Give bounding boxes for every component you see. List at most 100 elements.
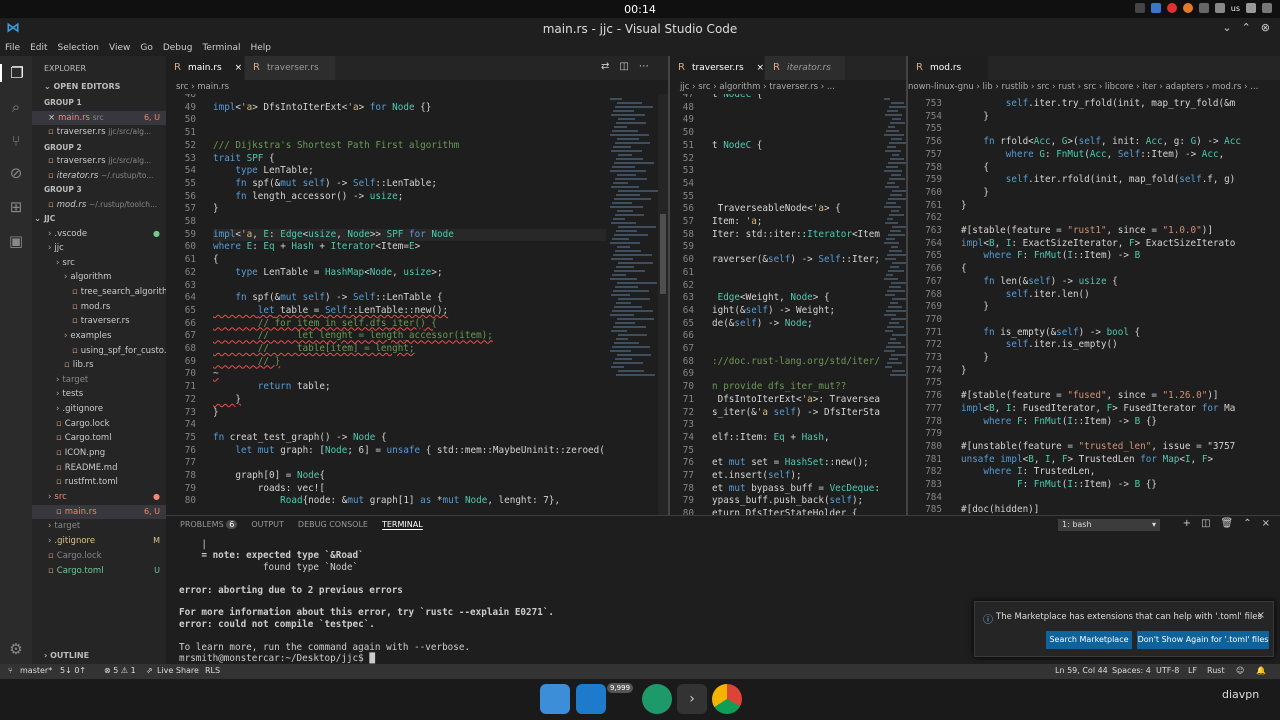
indentation[interactable]: Spaces: 4 bbox=[1112, 666, 1151, 675]
window-minimize-icon[interactable]: ⌄ bbox=[1222, 21, 1231, 34]
tree-item[interactable]: › target bbox=[32, 373, 166, 387]
menu-view[interactable]: View bbox=[109, 43, 130, 53]
remote-icon[interactable]: ▣ bbox=[7, 232, 25, 250]
window-close-icon[interactable]: ⊗ bbox=[1261, 21, 1270, 34]
battery-icon[interactable] bbox=[1246, 3, 1256, 13]
tree-item[interactable]: › algorithm bbox=[32, 270, 166, 284]
vscode-app-icon[interactable] bbox=[576, 684, 606, 714]
menu-edit[interactable]: Edit bbox=[30, 43, 47, 53]
vpn-app-icon[interactable] bbox=[642, 684, 672, 714]
tree-item[interactable]: › jjc bbox=[32, 241, 166, 255]
search-icon[interactable]: ⌕ bbox=[7, 98, 25, 116]
tray-icon-2[interactable] bbox=[1150, 3, 1161, 13]
tree-item[interactable]: ▫ iterator.rs ~/.rustup/to... bbox=[32, 169, 166, 183]
tree-item[interactable]: × main.rs src 6, U bbox=[32, 111, 166, 125]
tree-item[interactable]: › src ● bbox=[32, 490, 166, 504]
close-panel-icon[interactable]: × bbox=[1262, 518, 1270, 529]
tree-group-header[interactable]: ⌄ JJC bbox=[32, 212, 166, 226]
tree-item[interactable]: › examples bbox=[32, 329, 166, 343]
menu-help[interactable]: Help bbox=[250, 43, 271, 53]
close-icon[interactable]: × bbox=[757, 63, 765, 73]
menu-debug[interactable]: Debug bbox=[163, 43, 193, 53]
new-terminal-icon[interactable]: + bbox=[1183, 518, 1191, 529]
tree-item[interactable]: ▫ lib.rs bbox=[32, 358, 166, 372]
close-icon[interactable]: × bbox=[48, 113, 55, 123]
tree-item[interactable]: › src bbox=[32, 256, 166, 270]
sync-status[interactable]: 5↓ 0↑ bbox=[60, 666, 86, 675]
editor-mod-rs[interactable]: 753 self.iter.try_rfold(init, map_try_fo… bbox=[908, 94, 1280, 515]
tree-group-header[interactable]: GROUP 2 bbox=[32, 141, 166, 155]
window-maximize-icon[interactable]: ⌃ bbox=[1242, 21, 1251, 34]
tree-item[interactable]: ▫ traverser.rs bbox=[32, 314, 166, 328]
keyboard-layout[interactable]: us bbox=[1231, 4, 1240, 13]
tree-item[interactable]: ▫ Cargo.lock bbox=[32, 417, 166, 431]
tree-item[interactable]: ▫ mod.rs ~/.rustup/toolch... bbox=[32, 198, 166, 212]
open-changes-icon[interactable]: ⇄ bbox=[601, 61, 609, 72]
files-app-icon[interactable] bbox=[540, 684, 570, 714]
close-icon[interactable]: × bbox=[1257, 610, 1265, 621]
cursor-position[interactable]: Ln 59, Col 44 bbox=[1055, 666, 1108, 675]
split-editor-icon[interactable]: ◫ bbox=[619, 61, 628, 72]
encoding[interactable]: UTF-8 bbox=[1156, 666, 1179, 675]
tree-group-header[interactable]: GROUP 1 bbox=[32, 96, 166, 110]
extensions-icon[interactable]: ⊞ bbox=[7, 198, 25, 216]
notifications-icon[interactable]: 🔔 bbox=[1256, 666, 1266, 675]
breadcrumb-2[interactable]: jjc › src › algorithm › traverser.rs › .… bbox=[670, 80, 906, 94]
tree-item[interactable]: › .gitignore bbox=[32, 402, 166, 416]
editor-traverser-rs[interactable]: 47 t NodeC {48 49 50 51 t NodeC {52 53 54 55 56 T… bbox=[670, 94, 880, 515]
tree-item[interactable]: ▫ using_spf_for_custo... bbox=[32, 344, 166, 358]
volume-icon[interactable] bbox=[1262, 3, 1272, 13]
terminal-app-icon[interactable]: › bbox=[677, 684, 707, 714]
dont-show-again-button[interactable]: Don't Show Again for '.toml' files bbox=[1137, 631, 1269, 649]
kill-terminal-icon[interactable]: 🗑 bbox=[1221, 518, 1234, 529]
chrome-app-icon[interactable] bbox=[712, 684, 742, 714]
tray-icon-4[interactable] bbox=[1182, 3, 1193, 13]
source-control-icon[interactable]: ⑂ bbox=[7, 132, 25, 150]
problems-count[interactable]: ⊗ 5 ⚠ 1 bbox=[104, 666, 136, 675]
tree-item[interactable]: ▫ tree_search_algorith... bbox=[32, 285, 166, 299]
scrollbar-1[interactable] bbox=[658, 94, 668, 515]
tray-icon-6[interactable] bbox=[1214, 3, 1225, 13]
tree-item[interactable]: ▫ mod.rs bbox=[32, 300, 166, 314]
tree-item[interactable]: ▫ main.rs 6, U bbox=[32, 505, 166, 519]
tree-item[interactable]: ▫ README.md bbox=[32, 461, 166, 475]
settings-gear-icon[interactable]: ⚙ bbox=[7, 640, 25, 658]
open-editors-header[interactable]: ⌄ OPEN EDITORS bbox=[32, 81, 120, 93]
panel-tab[interactable]: TERMINAL bbox=[381, 520, 423, 530]
menu-go[interactable]: Go bbox=[140, 43, 152, 53]
minimap-2[interactable] bbox=[880, 94, 913, 515]
editor-tab[interactable]: Riterator.rs bbox=[765, 56, 845, 80]
search-marketplace-button[interactable]: Search Marketplace bbox=[1046, 631, 1132, 649]
panel-tab[interactable]: PROBLEMS 6 bbox=[180, 520, 238, 530]
tray-icon-5[interactable] bbox=[1198, 3, 1209, 13]
menu-file[interactable]: File bbox=[5, 43, 20, 53]
breadcrumb-1[interactable]: src › main.rs bbox=[166, 80, 668, 94]
tree-item[interactable]: › target bbox=[32, 519, 166, 533]
git-branch[interactable]: master* bbox=[20, 666, 52, 675]
breadcrumb-3[interactable]: nown-linux-gnu › lib › rustlib › src › r… bbox=[908, 80, 1280, 94]
more-actions-icon[interactable]: ⋯ bbox=[639, 61, 649, 72]
outline-header[interactable]: › OUTLINE bbox=[32, 650, 89, 662]
tray-icon-3[interactable] bbox=[1166, 3, 1177, 13]
minimap-1[interactable] bbox=[606, 94, 659, 515]
tray-icon-1[interactable] bbox=[1134, 3, 1145, 13]
tree-item[interactable]: › .gitignore M bbox=[32, 534, 166, 548]
tree-item[interactable]: ▫ Cargo.lock bbox=[32, 549, 166, 563]
terminal-select[interactable]: 1: bash ▾ bbox=[1058, 519, 1160, 531]
editor-main-rs[interactable]: 48 49 impl<'a> DfsIntoIterExt<'a> for Node… bbox=[166, 94, 606, 515]
panel-tab[interactable]: OUTPUT bbox=[251, 520, 284, 530]
split-terminal-icon[interactable]: ◫ bbox=[1201, 518, 1210, 529]
line-ending[interactable]: LF bbox=[1188, 666, 1197, 675]
tree-group-header[interactable]: GROUP 3 bbox=[32, 183, 166, 197]
tree-item[interactable]: ▫ traverser.rs jjc/src/alg... bbox=[32, 154, 166, 168]
tree-item[interactable]: ▫ Cargo.toml U bbox=[32, 564, 166, 578]
tree-item[interactable]: ▫ Cargo.toml bbox=[32, 431, 166, 445]
panel-tab[interactable]: DEBUG CONSOLE bbox=[298, 520, 368, 530]
tree-item[interactable]: ▫ ICON.png bbox=[32, 446, 166, 460]
editor-tab[interactable]: Rtraverser.rs bbox=[245, 56, 335, 80]
debug-icon[interactable]: ⊘ bbox=[7, 164, 25, 182]
menu-terminal[interactable]: Terminal bbox=[202, 43, 240, 53]
tree-item[interactable]: › .vscode ● bbox=[32, 227, 166, 241]
tree-item[interactable]: ▫ rustfmt.toml bbox=[32, 475, 166, 489]
close-icon[interactable]: × bbox=[235, 63, 243, 73]
